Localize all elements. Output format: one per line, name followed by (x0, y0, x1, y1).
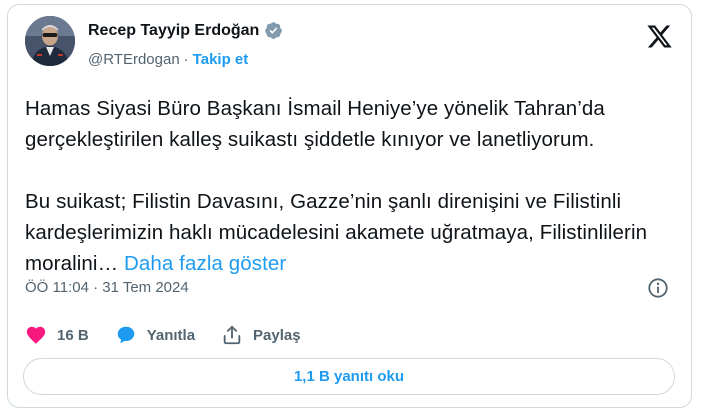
follow-button[interactable]: Takip et (193, 51, 249, 68)
verified-badge-icon (264, 21, 283, 40)
tweet-paragraph-2: Bu suikast; Filistin Davasını, Gazze’nin… (25, 186, 685, 279)
like-button[interactable]: 16 B (25, 324, 89, 346)
author-name[interactable]: Recep Tayyip Erdoğan (88, 22, 259, 40)
timestamp[interactable]: ÖÖ 11:04 · 31 Tem 2024 (25, 279, 189, 296)
share-button[interactable]: Paylaş (221, 324, 301, 346)
tweet-text: Hamas Siyasi Büro Başkanı İsmail Heniye’… (25, 93, 685, 279)
reply-button[interactable]: Yanıtla (115, 324, 195, 346)
read-replies-label: 1,1 B yanıtı oku (293, 368, 405, 385)
heart-icon (25, 324, 47, 346)
share-label: Paylaş (253, 326, 301, 344)
info-icon[interactable] (647, 277, 669, 299)
share-icon (221, 324, 243, 346)
read-replies-button[interactable]: 1,1 B yanıtı oku (23, 358, 675, 395)
tweet-paragraph-1: Hamas Siyasi Büro Başkanı İsmail Heniye’… (25, 97, 605, 151)
separator-dot: · (183, 51, 189, 68)
speech-bubble-icon (115, 324, 137, 346)
author-name-row: Recep Tayyip Erdoğan (88, 21, 283, 40)
author-handle-row: @RTErdogan · Takip et (88, 51, 248, 68)
author-handle[interactable]: @RTErdogan (88, 51, 180, 68)
x-logo-icon[interactable] (646, 23, 673, 50)
avatar-image (25, 16, 75, 66)
reply-label: Yanıtla (146, 326, 196, 344)
avatar[interactable] (25, 16, 75, 66)
tweet-card: Recep Tayyip Erdoğan @RTErdogan · Takip … (7, 4, 692, 408)
like-count: 16 B (57, 326, 89, 344)
tweet-paragraph-2-text: Bu suikast; Filistin Davasını, Gazze’nin… (25, 190, 648, 275)
show-more-link[interactable]: Daha fazla göster (124, 252, 286, 275)
action-bar: 16 B Yanıtla Paylaş (25, 324, 327, 346)
